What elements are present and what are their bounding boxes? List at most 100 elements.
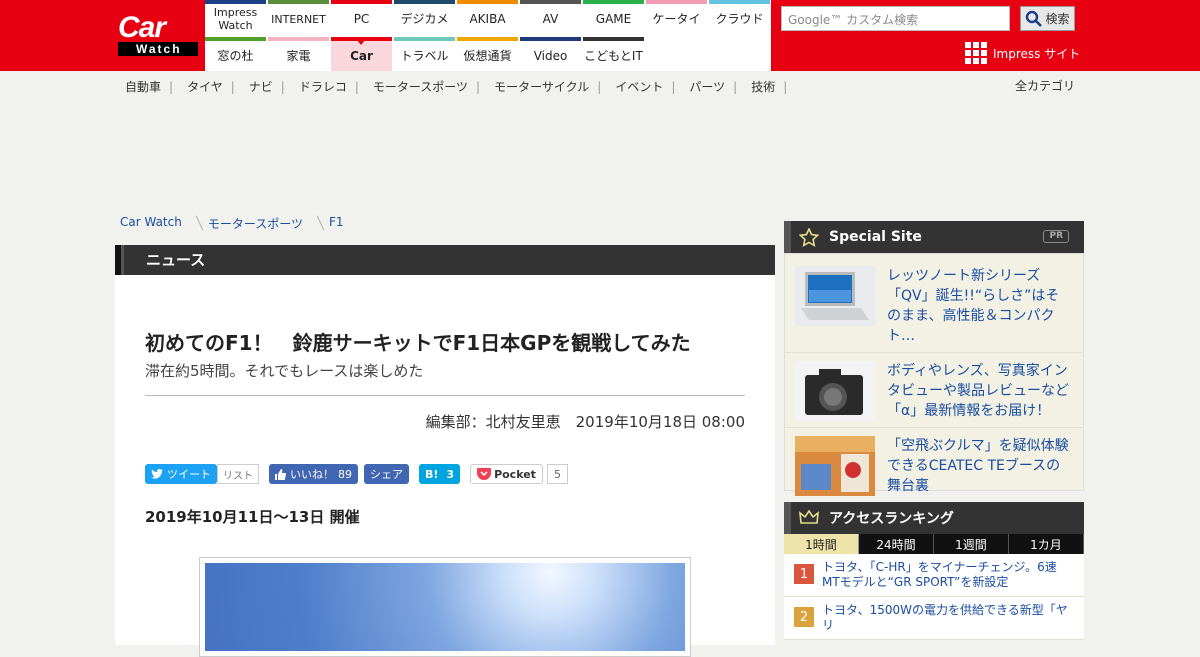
hatena-bookmark-button[interactable]: B! 3 — [419, 464, 461, 484]
category-separator: | — [733, 80, 738, 94]
camera-thumbnail — [795, 361, 875, 421]
all-categories-link[interactable]: 全カテゴリ — [1015, 77, 1075, 94]
nav-item[interactable]: 仮想通貨 — [457, 37, 518, 71]
category-link[interactable]: パーツ — [689, 80, 725, 94]
pocket-icon — [477, 468, 492, 480]
tab-24-hours[interactable]: 24時間 — [859, 534, 934, 554]
site-logo[interactable]: Car Watch — [118, 11, 198, 56]
event-date: 2019年10月11日～13日 開催 — [145, 508, 360, 526]
grid-icon — [965, 42, 987, 64]
nav-item[interactable]: INTERNET — [268, 0, 329, 34]
article-photo[interactable] — [199, 557, 691, 657]
nav-item[interactable]: クラウド — [709, 0, 770, 34]
ranking-title: アクセスランキング — [829, 511, 954, 527]
nav-item[interactable]: Video — [520, 37, 581, 71]
nav-item[interactable]: 窓の杜 — [205, 37, 266, 71]
impress-site-link[interactable]: Impress サイト — [965, 42, 1080, 64]
laptop-thumbnail — [795, 266, 875, 326]
ranking-header: アクセスランキング — [784, 502, 1084, 534]
breadcrumb-f1[interactable]: F1 — [329, 215, 344, 232]
category-link[interactable]: タイヤ — [187, 80, 223, 94]
article-subtitle: 滞在約5時間。それでもレースは楽しめた — [145, 362, 424, 380]
search-button[interactable]: 検索 — [1020, 6, 1075, 31]
special-site-box: Special Site PR レッツノート新シリーズ「QV」誕生!!“らしさ”… — [784, 221, 1084, 496]
thumbs-up-icon — [275, 468, 286, 480]
special-site-text: レッツノート新シリーズ「QV」誕生!!“らしさ”はそのまま、高性能＆コンパクト… — [887, 268, 1060, 344]
booth-thumbnail — [795, 436, 875, 496]
category-link[interactable]: イベント — [615, 80, 663, 94]
category-link[interactable]: 自動車 — [125, 80, 161, 94]
ranking-item[interactable]: 1 トヨタ、「C-HR」をマイナーチェンジ。6速MTモデルと“GR SPORT”… — [784, 554, 1084, 597]
nav-item[interactable]: ケータイ — [646, 0, 707, 34]
rank-badge: 1 — [794, 564, 814, 584]
nav-item[interactable]: GAME — [583, 0, 644, 34]
breadcrumb: Car Watch モータースポーツ F1 — [120, 215, 344, 232]
ranking-text: トヨタ、「C-HR」をマイナーチェンジ。6速MTモデルと“GR SPORT”を新… — [822, 560, 1057, 589]
ranking-item[interactable]: 2 トヨタ、1500Wの電力を供給できる新型「ヤリ — [784, 597, 1084, 640]
category-link[interactable]: 技術 — [751, 80, 775, 94]
category-link[interactable]: ナビ — [249, 80, 273, 94]
special-site-list: レッツノート新シリーズ「QV」誕生!!“らしさ”はそのまま、高性能＆コンパクト…… — [784, 253, 1084, 496]
site-header: Car Watch Impress Watch INTERNET PC デジカメ AKI… — [0, 0, 1200, 71]
tab-1-week[interactable]: 1週間 — [934, 534, 1009, 554]
special-site-item[interactable]: 「空飛ぶクルマ」を疑似体験できるCEATEC TEブースの舞台裏 — [785, 428, 1083, 502]
pocket-count: 5 — [546, 464, 568, 484]
category-separator: | — [476, 80, 481, 94]
special-site-item[interactable]: ボディやレンズ、写真家インタビューや製品レビューなど「α」最新情報をお届け！ — [785, 353, 1083, 428]
share-bar: ツイート リスト いいね！ 89 シェア B! 3 Pocket 5 — [145, 464, 568, 484]
twitter-list-button[interactable]: リスト — [217, 464, 259, 484]
impress-site-label: Impress サイト — [993, 46, 1081, 61]
ranking-list: 1 トヨタ、「C-HR」をマイナーチェンジ。6速MTモデルと“GR SPORT”… — [784, 554, 1084, 640]
nav-item[interactable]: AV — [520, 0, 581, 34]
special-site-item[interactable]: レッツノート新シリーズ「QV」誕生!!“らしさ”はそのまま、高性能＆コンパクト… — [785, 258, 1083, 353]
search-icon — [1026, 10, 1043, 27]
active-caret-icon — [357, 40, 365, 45]
search-button-label: 検索 — [1045, 12, 1070, 26]
nav-item[interactable]: Impress Watch — [205, 0, 266, 34]
category-link[interactable]: モータースポーツ — [373, 80, 468, 94]
like-count: 89 — [338, 467, 352, 481]
special-site-header: Special Site PR — [784, 221, 1084, 253]
tab-1-month[interactable]: 1カ月 — [1009, 534, 1084, 554]
divider — [145, 395, 745, 396]
like-label: いいね！ — [290, 468, 334, 481]
category-separator: | — [230, 80, 235, 94]
hatena-count: 3 — [446, 467, 455, 481]
breadcrumb-motorsports[interactable]: モータースポーツ — [208, 215, 303, 232]
rank-badge: 2 — [794, 607, 814, 627]
tweet-label: ツイート — [167, 468, 211, 481]
crown-icon — [799, 510, 819, 524]
section-header: ニュース — [115, 245, 775, 275]
nav-item[interactable]: こどもとIT — [583, 37, 644, 71]
category-link[interactable]: モーターサイクル — [494, 80, 589, 94]
ranking-tabs: 1時間 24時間 1週間 1カ月 — [784, 534, 1084, 554]
site-nav-grid: Impress Watch INTERNET PC デジカメ AKIBA AV GAME ケー… — [205, 0, 771, 71]
logo-main: Car — [118, 11, 166, 44]
category-link[interactable]: ドラレコ — [299, 80, 347, 94]
nav-item[interactable]: トラベル — [394, 37, 455, 71]
category-separator: | — [671, 80, 676, 94]
nav-item[interactable]: デジカメ — [394, 0, 455, 34]
hatena-icon: B! — [425, 467, 439, 481]
breadcrumb-home[interactable]: Car Watch — [120, 215, 182, 232]
article-title: 初めてのF1！ 鈴鹿サーキットでF1日本GPを観戦してみた — [145, 331, 691, 355]
facebook-share-button[interactable]: シェア — [364, 464, 409, 484]
tab-1-hour[interactable]: 1時間 — [784, 534, 859, 554]
pocket-button[interactable]: Pocket — [470, 464, 543, 484]
nav-item[interactable]: Car — [331, 37, 392, 71]
twitter-bird-icon — [151, 469, 163, 479]
category-separator: | — [354, 80, 359, 94]
nav-item[interactable]: 家電 — [268, 37, 329, 71]
star-icon — [799, 227, 819, 247]
pr-badge: PR — [1043, 230, 1069, 243]
special-site-title: Special Site — [829, 229, 922, 245]
ranking-text: トヨタ、1500Wの電力を供給できる新型「ヤリ — [822, 603, 1068, 632]
nav-item[interactable]: PC — [331, 0, 392, 34]
breadcrumb-separator — [307, 215, 325, 231]
nav-item[interactable]: AKIBA — [457, 0, 518, 34]
article-byline: 編集部：北村友里恵 2019年10月18日 08:00 — [425, 413, 745, 431]
special-site-text: ボディやレンズ、写真家インタビューや製品レビューなど「α」最新情報をお届け！ — [887, 363, 1069, 419]
tweet-button[interactable]: ツイート — [145, 464, 217, 484]
search-input[interactable]: Google™ カスタム検索 — [781, 6, 1010, 31]
facebook-like-button[interactable]: いいね！ 89 — [269, 464, 358, 484]
